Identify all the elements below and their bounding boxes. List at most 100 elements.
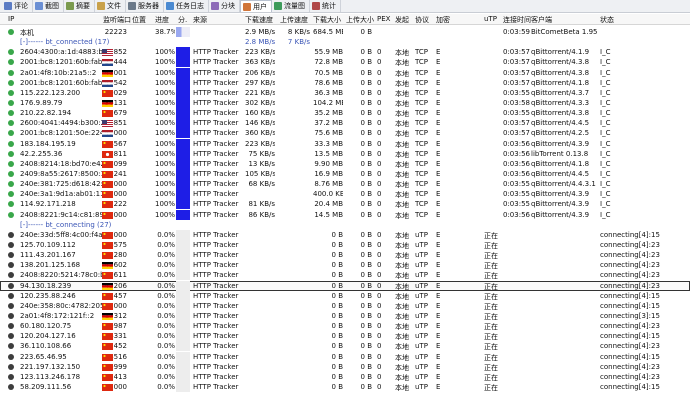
table-row[interactable]: 240e:3a1:9d1a:ab01:11:...52000100%HTTP T… [0, 189, 690, 200]
flag-de-icon [102, 69, 113, 77]
cell-progress: 100% [155, 48, 175, 57]
cell-proto: uTP [415, 332, 428, 341]
cell-time: 0:03:55 [503, 88, 530, 97]
table-row[interactable]: 210.22.82.194 45679 100% HTTP Tracker 160 KB… [0, 108, 690, 119]
cell-pex: 0 [377, 352, 382, 361]
column-header[interactable]: 监听端口 [103, 15, 131, 25]
column-header[interactable]: 下载速度 [245, 15, 273, 25]
table-row[interactable]: 2a01:4f8:172:121f::2 17312 0.0% HTTP Tracke… [0, 310, 690, 321]
table-row[interactable]: 138.201.125.168 42602 0.0% HTTP Tracker 0 B0… [0, 260, 690, 271]
flag-cn-icon [102, 373, 113, 381]
cell-ip: 2a01:4f8:172:121f::2 [20, 311, 95, 320]
table-row[interactable]: 2001:bc8:1201:60b:fabc...22444100%HTTP T… [0, 57, 690, 68]
cell-dsize: 36.3 MB [314, 88, 343, 97]
cell-enc: E [436, 109, 441, 118]
cell-state: I_C [600, 200, 611, 209]
column-header[interactable]: PEX [377, 15, 390, 23]
tab-file[interactable]: 文件 [95, 0, 126, 12]
cell-time: 0:03:56 [503, 169, 530, 178]
tab-screenshot[interactable]: 截图 [33, 0, 64, 12]
table-row[interactable]: 176.9.89.79 36131 100% HTTP Tracker 302 KB/s… [0, 97, 690, 108]
tab-pieces[interactable]: 分块 [209, 0, 240, 12]
cell-client: qBittorrent/4.4.5 [531, 119, 590, 128]
table-row[interactable]: 94.130.18.239 42206 0.0% HTTP Tracker 0 B0 B… [0, 280, 690, 291]
cell-dsize: 0 B [331, 322, 343, 331]
column-header[interactable]: 发起 [395, 15, 409, 25]
group-label[interactable]: [-]------ bt_connecting (27) [20, 221, 111, 229]
tab-server[interactable]: 服务器 [126, 0, 164, 12]
tab-task-log[interactable]: 任务日志 [164, 0, 209, 12]
column-header[interactable]: 协议 [415, 15, 429, 25]
table-row[interactable]: 183.184.195.19 34567 100% HTTP Tracker 223 K… [0, 138, 690, 149]
cell-progress: 100% [155, 210, 175, 219]
progress-bar [176, 361, 190, 372]
group-label[interactable]: [-]------ bt_connected (17) [20, 38, 109, 46]
column-header[interactable]: 分. [178, 15, 187, 25]
tab-users[interactable]: 用户 [240, 0, 272, 12]
column-header[interactable]: IP [8, 15, 14, 23]
table-row[interactable]: 120.204.127.16 34331 0.0% HTTP Tracker 0 B0 … [0, 331, 690, 342]
column-header[interactable]: 加密 [436, 15, 450, 25]
cell-time: 0:03:57 [503, 78, 530, 87]
tab-stats[interactable]: 统计 [310, 0, 341, 12]
cell-dsize: 75.6 MB [314, 129, 343, 138]
tab-summary[interactable]: 摘要 [64, 0, 95, 12]
cell-ip: 60.180.120.75 [20, 322, 72, 331]
table-row[interactable]: 223.65.46.95 14516 0.0% HTTP Tracker 0 B0 B0… [0, 351, 690, 362]
table-row[interactable]: 42.2.255.36 62811 100% HTTP Tracker 75 KB/s 1… [0, 148, 690, 159]
column-header[interactable]: 上传速度 [280, 15, 308, 25]
column-header[interactable]: 状态 [600, 15, 614, 25]
table-row[interactable]: 2409:8a55:2617:8500:15...60241100%HTTP T… [0, 168, 690, 179]
column-header[interactable]: 上传大小 [346, 15, 374, 25]
table-row[interactable]: 2001:bc8:1201:50e:2247...45000100%HTTP T… [0, 128, 690, 139]
group-row[interactable]: [-]------ bt_connecting (27) [0, 220, 690, 230]
table-row[interactable]: 2408:8221:9c14:c81:895...51000100%HTTP T… [0, 209, 690, 220]
table-row[interactable]: 2a01:4f8:10b:21a5::2 41001 100% HTTP Tracke… [0, 67, 690, 78]
table-row[interactable]: 2600:4041:4494:b300:29...56851100%HTTP T… [0, 118, 690, 129]
table-row[interactable]: 本机2222338.7%2.9 MB/s8 KB/s684.5 MB0 B0:0… [0, 27, 690, 37]
table-row[interactable]: 240e:358:80c:4782:205:1...520000.0%HTTP … [0, 300, 690, 311]
table-row[interactable]: 111.43.201.167 52280 0.0% HTTP Tracker 0 B0 … [0, 250, 690, 261]
cell-pex: 0 [377, 362, 382, 371]
flag-hk-icon [102, 150, 113, 158]
group-row[interactable]: [-]------ bt_connected (17) 2.8 MB/s 7 KB/… [0, 37, 690, 47]
column-header[interactable]: 下载大小 [313, 15, 341, 25]
table-row[interactable]: 60.180.120.75 10987 0.0% HTTP Tracker 0 B0 B… [0, 321, 690, 332]
cell-ip: 115.222.123.200 [20, 88, 81, 97]
cell-source: HTTP Tracker [193, 200, 239, 209]
table-row[interactable]: 2604:4300:a:1d:4883:b4...25852100%HTTP T… [0, 47, 690, 58]
table-row[interactable]: 123.113.246.178 51413 0.0% HTTP Tracker 0 B0… [0, 371, 690, 382]
flag-us-icon [102, 120, 113, 128]
column-header[interactable]: 位置 [132, 15, 146, 25]
column-header[interactable]: 进度 [155, 15, 169, 25]
table-row[interactable]: 36.110.108.66 52452 0.0% HTTP Tracker 0 B0 B… [0, 341, 690, 352]
tab-traffic-chart[interactable]: 流量图 [272, 0, 310, 12]
cell-state: I_C [600, 98, 611, 107]
cell-source: HTTP Tracker [193, 332, 239, 341]
table-row[interactable]: 120.235.88.246 28457 0.0% HTTP Tracker 0 B0 … [0, 290, 690, 301]
table-row[interactable]: 221.197.132.150 9999 0.0% HTTP Tracker 0 B0 … [0, 361, 690, 372]
cell-proto: TCP [415, 88, 428, 97]
table-row[interactable]: 58.209.111.56 51000 0.0% HTTP Tracker 0 B0 B… [0, 381, 690, 392]
tab-comment[interactable]: 评论 [2, 0, 33, 12]
column-header[interactable]: 客户端 [531, 15, 552, 25]
table-row[interactable]: 125.70.109.112 46575 0.0% HTTP Tracker 0 B0 … [0, 239, 690, 250]
table-row[interactable]: 2408:8220:5214:78c0:b9...376110.0%HTTP T… [0, 270, 690, 281]
peer-status-dot [8, 272, 14, 279]
table-row[interactable]: 115.222.123.200 50029 100% HTTP Tracker 221 … [0, 87, 690, 98]
cell-source: HTTP Tracker [193, 48, 239, 57]
column-header[interactable]: uTP [484, 15, 497, 23]
cell-progress: 0.0% [157, 342, 175, 351]
cell-dsize: 37.2 MB [314, 119, 343, 128]
peer-status-dot [8, 211, 14, 218]
column-header[interactable]: 连接时间 [503, 15, 531, 25]
table-row[interactable]: 240e:33d:5ff8:4c00:f4a5...520000.0%HTTP … [0, 229, 690, 240]
cell-source: HTTP Tracker [193, 149, 239, 158]
table-row[interactable]: 114.92.171.218 22222 100% HTTP Tracker 81 KB… [0, 199, 690, 210]
table-row[interactable]: 2408:8214:18:bd70:e424...28099100%HTTP T… [0, 158, 690, 169]
table-row[interactable]: 2001:bc8:1201:60b:fabc...48542100%HTTP T… [0, 77, 690, 88]
flag-cn-icon [102, 211, 113, 219]
column-header[interactable]: 来源 [193, 15, 207, 25]
cell-source: HTTP Tracker [193, 342, 239, 351]
table-row[interactable]: 240e:381:725:d618:42:c...52000100%HTTP T… [0, 179, 690, 190]
